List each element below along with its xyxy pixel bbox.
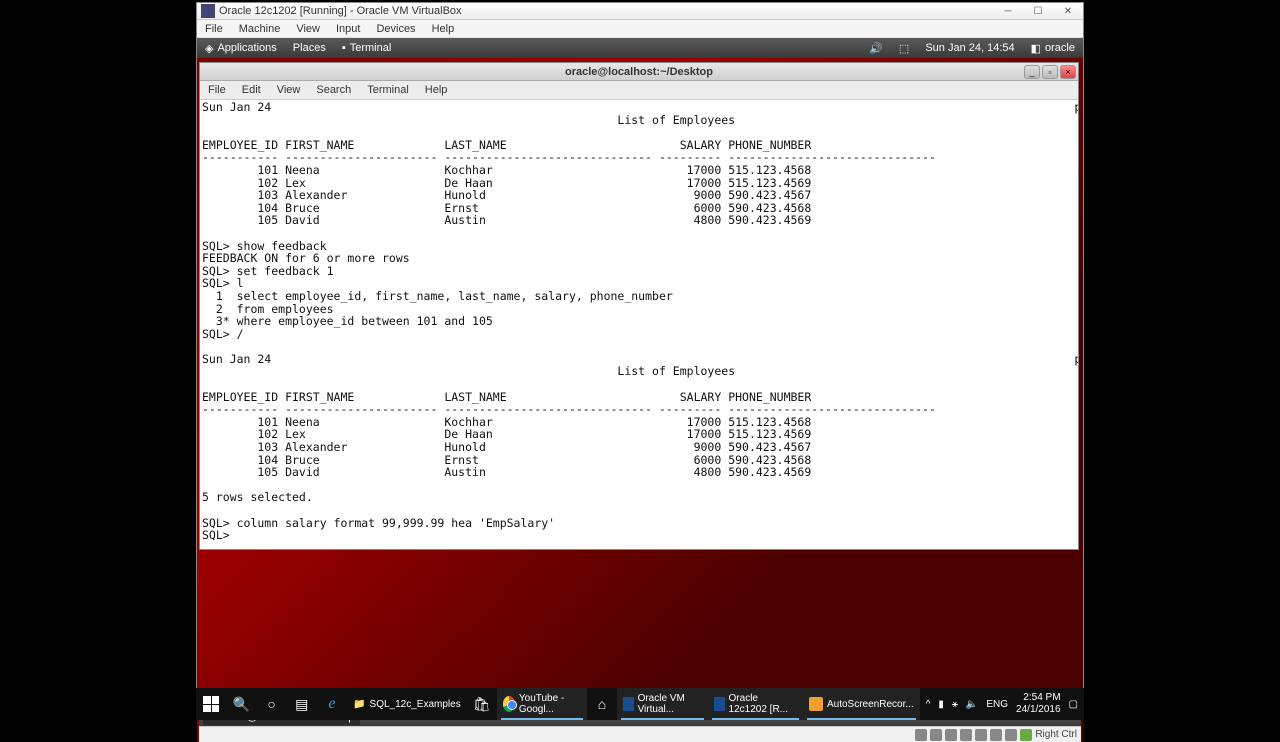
term-menu-view[interactable]: View	[269, 82, 309, 98]
taskbar-recorder[interactable]: AutoScreenRecor...	[803, 688, 920, 720]
display-icon[interactable]	[990, 729, 1002, 741]
vbox-menu-help[interactable]: Help	[424, 21, 463, 37]
gnome-clock[interactable]: Sun Jan 24, 14:54	[917, 40, 1022, 56]
wifi-icon[interactable]: ⚹	[952, 699, 958, 710]
edge-icon	[328, 695, 335, 713]
taskbar-vbox-running[interactable]: Oracle 12c1202 [R...	[708, 688, 803, 720]
tray-time: 2:54 PM	[1016, 692, 1061, 704]
vbox-titlebar[interactable]: Oracle 12c1202 [Running] - Oracle VM Vir…	[197, 3, 1083, 20]
windows-taskbar: SQL_12c_Examples YouTube - Googl... Orac…	[196, 688, 1084, 720]
cortana-icon	[267, 696, 275, 712]
term-menu-help[interactable]: Help	[417, 82, 456, 98]
maximize-button[interactable]: ☐	[1023, 3, 1053, 20]
terminal-window: oracle@localhost:~/Desktop _ ▫ × File Ed…	[199, 62, 1079, 550]
gnome-user[interactable]: ◧ oracle	[1023, 40, 1083, 57]
notifications-icon[interactable]: ▢	[1069, 699, 1078, 710]
vbox-icon	[201, 4, 215, 18]
chrome-icon	[503, 696, 515, 712]
folder-icon	[353, 699, 365, 710]
taskbar-label: SQL_12c_Examples	[370, 699, 461, 710]
vbox-menu-file[interactable]: File	[197, 21, 231, 37]
cortana-button[interactable]	[256, 688, 286, 720]
battery-icon[interactable]: ▮	[938, 699, 944, 710]
terminal-maximize-button[interactable]: ▫	[1042, 65, 1058, 79]
gnome-apps-label: Applications	[217, 42, 276, 54]
store-button[interactable]	[467, 688, 497, 720]
taskbar-vbox-manager[interactable]: Oracle VM Virtual...	[617, 688, 708, 720]
minimize-button[interactable]: ─	[993, 3, 1023, 20]
vbox-menu-machine[interactable]: Machine	[231, 21, 289, 37]
taskbar-sql-examples[interactable]: SQL_12c_Examples	[347, 688, 467, 720]
vbox-icon	[714, 697, 724, 711]
term-menu-edit[interactable]: Edit	[234, 82, 269, 98]
sound-icon[interactable]: 🔈	[966, 699, 978, 710]
virtualbox-window: Oracle 12c1202 [Running] - Oracle VM Vir…	[196, 2, 1084, 688]
vbox-icon	[623, 697, 633, 711]
network-icon[interactable]: ⬚	[891, 40, 917, 57]
mouse-integration-icon[interactable]	[1020, 729, 1032, 741]
edge-button[interactable]	[317, 688, 347, 720]
chevron-up-icon[interactable]: ^	[926, 699, 931, 710]
term-menu-search[interactable]: Search	[308, 82, 359, 98]
shared-icon[interactable]	[975, 729, 987, 741]
task-view-button[interactable]	[287, 688, 317, 720]
vbox-menubar: File Machine View Input Devices Help	[197, 20, 1083, 38]
terminal-title: oracle@localhost:~/Desktop	[200, 66, 1078, 78]
cd-icon[interactable]	[930, 729, 942, 741]
gnome-term-label: Terminal	[350, 42, 392, 54]
language-indicator[interactable]: ENG	[986, 699, 1008, 710]
hdd-icon[interactable]	[915, 729, 927, 741]
terminal-menubar: File Edit View Search Terminal Help	[200, 81, 1078, 100]
vbox-title: Oracle 12c1202 [Running] - Oracle VM Vir…	[219, 5, 993, 17]
system-tray[interactable]: ^ ▮ ⚹ 🔈 ENG 2:54 PM24/1/2016 ▢	[920, 692, 1084, 716]
gnome-top-panel: ◈ Applications Places ▪ Terminal 🔊 ⬚ Sun…	[197, 38, 1083, 58]
taskview-icon	[295, 696, 308, 713]
tray-date: 24/1/2016	[1016, 704, 1061, 716]
term-menu-file[interactable]: File	[200, 82, 234, 98]
terminal-output[interactable]: Sun Jan 24 page 1 Lis	[200, 100, 1078, 548]
host-key-hint: Right Ctrl	[1035, 729, 1077, 740]
net-icon[interactable]	[945, 729, 957, 741]
terminal-titlebar[interactable]: oracle@localhost:~/Desktop _ ▫ ×	[200, 63, 1078, 81]
gnome-terminal-launcher[interactable]: ▪ Terminal	[334, 40, 399, 56]
rec-icon[interactable]	[1005, 729, 1017, 741]
search-icon	[233, 696, 250, 713]
term-menu-terminal[interactable]: Terminal	[359, 82, 417, 98]
taskbar-label: Oracle VM Virtual...	[638, 693, 703, 715]
gnome-places[interactable]: Places	[285, 40, 334, 56]
tray-clock[interactable]: 2:54 PM24/1/2016	[1016, 692, 1061, 716]
vbox-menu-input[interactable]: Input	[328, 21, 368, 37]
taskbar-label: YouTube - Googl...	[519, 693, 581, 715]
taskbar-youtube[interactable]: YouTube - Googl...	[497, 688, 587, 720]
gnome-applications[interactable]: ◈ Applications	[197, 40, 285, 57]
store-icon	[473, 696, 491, 713]
terminal-minimize-button[interactable]: _	[1024, 65, 1040, 79]
vbox-statusbar: Right Ctrl	[199, 726, 1081, 742]
terminal-close-button[interactable]: ×	[1060, 65, 1076, 79]
recorder-icon	[809, 697, 823, 711]
close-button[interactable]: ✕	[1053, 3, 1083, 20]
start-button[interactable]	[196, 688, 226, 720]
usb-icon[interactable]	[960, 729, 972, 741]
volume-icon[interactable]: 🔊	[861, 40, 891, 57]
taskbar-label: AutoScreenRecor...	[827, 699, 914, 710]
guest-desktop: oracle@localhost:~/Desktop _ ▫ × File Ed…	[197, 58, 1083, 742]
taskbar-label: Oracle 12c1202 [R...	[729, 693, 797, 715]
home-icon	[598, 696, 606, 712]
vbox-menu-view[interactable]: View	[288, 21, 328, 37]
vbox-menu-devices[interactable]: Devices	[368, 21, 423, 37]
home-button[interactable]	[587, 688, 617, 720]
search-button[interactable]	[226, 688, 256, 720]
gnome-user-label: oracle	[1045, 42, 1075, 54]
